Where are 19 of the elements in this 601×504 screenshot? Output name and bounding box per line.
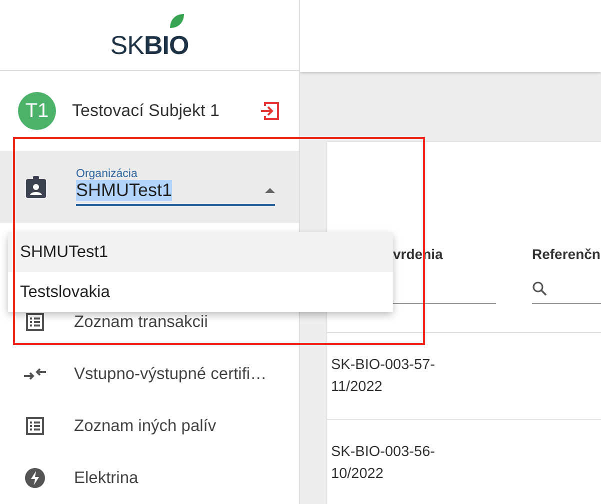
caret-icon [265,188,275,193]
menu-item[interactable]: Zoznam iných palív [0,400,299,452]
dropdown-option[interactable]: Testslovakia [8,272,393,312]
table-cell-text: SK-BIO-003-56-10/2022 [331,443,436,484]
dropdown-option[interactable]: SHMUTest1 [8,232,393,272]
badge-icon [26,176,46,198]
bolt-icon [24,468,46,488]
menu-item[interactable]: Elektrina [0,452,299,504]
logo: SKBIO [110,13,189,60]
list-icon [24,312,46,332]
search-icon [532,281,547,296]
avatar: T1 [18,92,56,130]
user-name: Testovací Subjekt 1 [72,101,220,121]
arrows-icon [24,368,46,380]
menu-item[interactable]: Vstupno-výstupné certifi… [0,348,299,400]
table-cell-text: SK-BIO-003-57-11/2022 [331,356,436,397]
column-header: Referenčn [532,246,601,262]
list-icon [24,416,46,436]
logout-icon[interactable] [259,100,281,122]
